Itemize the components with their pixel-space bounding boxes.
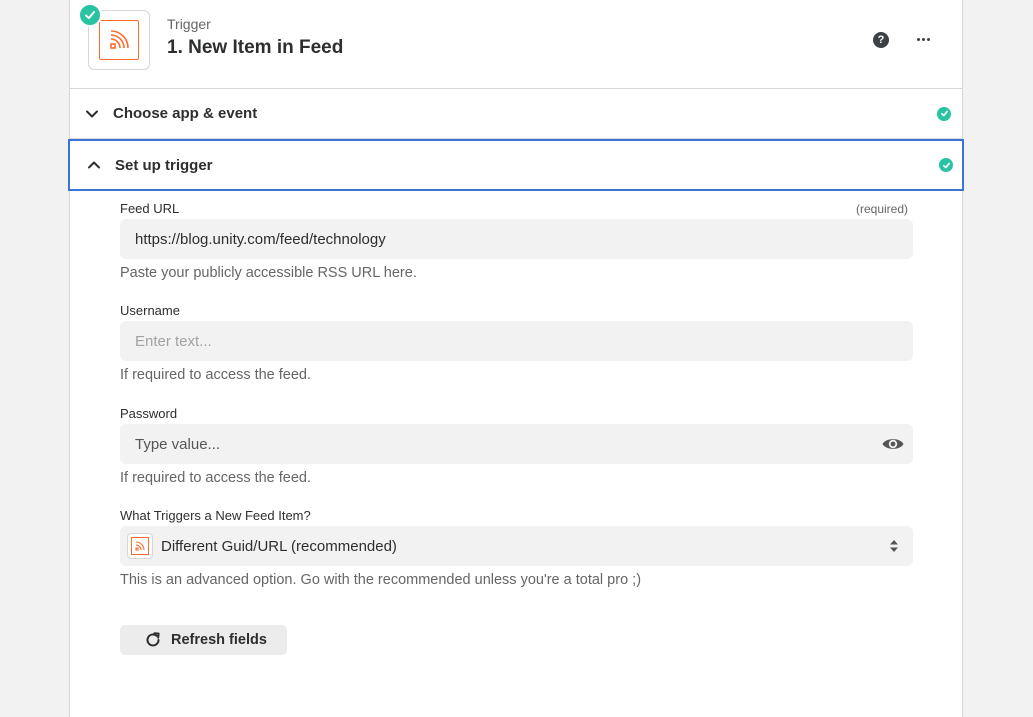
select-arrows-icon [890,540,898,552]
feed-url-label: Feed URL [120,201,180,216]
check-icon [939,158,953,172]
rss-icon [127,533,153,559]
step-title[interactable]: 1. New Item in Feed [167,37,343,59]
refresh-fields-label: Refresh fields [171,632,267,648]
section-label: Set up trigger [115,156,213,174]
trigger-type-label: What Triggers a New Feed Item? [120,508,311,523]
feed-url-help: Paste your publicly accessible RSS URL h… [120,265,417,281]
step-complete-check-icon [78,3,102,27]
trigger-type-select[interactable]: Different Guid/URL (recommended) [120,526,913,566]
section-choose-app-event[interactable]: Choose app & event [70,89,962,139]
rss-icon [99,20,139,60]
eye-icon[interactable] [881,433,905,455]
username-label: Username [120,303,180,318]
help-icon[interactable]: ? [873,32,889,48]
chevron-up-icon [88,161,100,169]
trigger-type-help: This is an advanced option. Go with the … [120,572,642,588]
refresh-fields-button[interactable]: Refresh fields [120,625,287,655]
password-input[interactable]: Type value... [120,424,913,464]
password-placeholder: Type value... [135,435,221,453]
trigger-panel: Trigger 1. New Item in Feed ? Choose app… [68,0,964,717]
more-icon[interactable] [914,27,932,51]
feed-url-value: https://blog.unity.com/feed/technology [135,230,386,248]
trigger-type-value: Different Guid/URL (recommended) [161,537,397,555]
password-label: Password [120,406,178,421]
required-indicator: (required) [856,202,909,216]
section-set-up-trigger[interactable]: Set up trigger [68,139,964,191]
password-help: If required to access the feed. [120,470,312,486]
username-input[interactable]: Enter text... [120,321,913,361]
feed-url-input[interactable]: https://blog.unity.com/feed/technology [120,219,913,259]
step-header: Trigger 1. New Item in Feed ? [70,0,962,89]
step-kicker: Trigger [167,16,211,32]
check-icon [937,106,951,121]
username-placeholder: Enter text... [135,332,212,350]
username-help: If required to access the feed. [120,367,312,383]
section-label: Choose app & event [113,105,258,122]
chevron-down-icon [86,110,98,117]
refresh-icon [146,632,160,647]
